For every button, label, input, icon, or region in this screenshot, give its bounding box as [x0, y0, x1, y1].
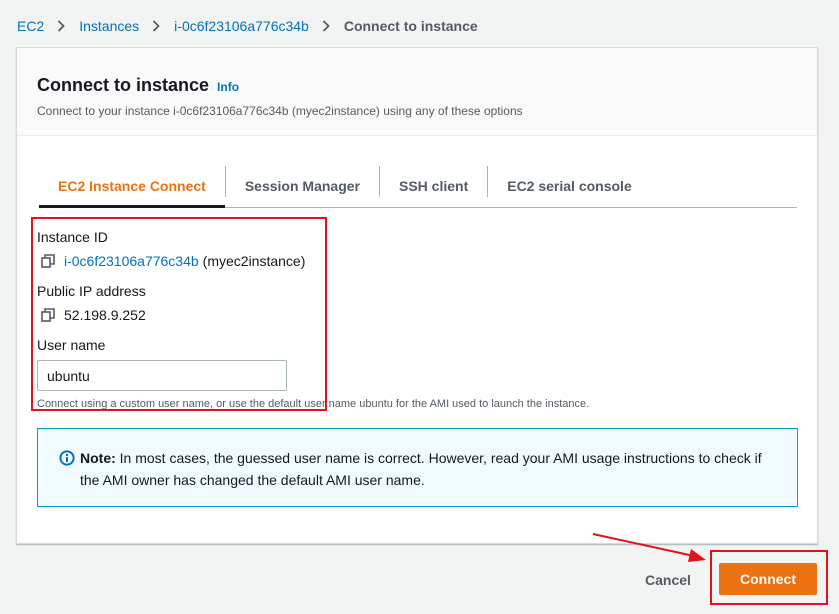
page-title: Connect to instance — [37, 75, 210, 95]
panel-header: Connect to instance Info Connect to your… — [17, 48, 817, 136]
breadcrumb-current: Connect to instance — [343, 18, 478, 34]
alert-note-label: Note: — [80, 450, 116, 466]
breadcrumb-ec2-link[interactable]: EC2 — [17, 18, 44, 34]
chevron-right-icon — [57, 20, 66, 32]
breadcrumb-instances-link[interactable]: Instances — [79, 18, 139, 34]
tab-ec2-instance-connect[interactable]: EC2 Instance Connect — [39, 164, 225, 208]
breadcrumb-instance-id-link[interactable]: i-0c6f23106a776c34b — [174, 18, 309, 34]
annotation-arrow-icon — [592, 533, 706, 562]
chevron-right-icon — [152, 20, 160, 32]
tab-session-manager[interactable]: Session Manager — [226, 164, 379, 207]
info-alert: Note: In most cases, the guessed user na… — [37, 428, 798, 507]
info-circle-icon — [59, 450, 75, 466]
tab-ec2-serial-console[interactable]: EC2 serial console — [488, 164, 651, 207]
annotation-connect-box — [710, 550, 828, 605]
chevron-right-icon — [322, 20, 330, 32]
alert-text: In most cases, the guessed user name is … — [80, 450, 762, 488]
info-link[interactable]: Info — [217, 80, 239, 94]
tab-ssh-client[interactable]: SSH client — [380, 164, 487, 207]
panel-description: Connect to your instance i-0c6f23106a776… — [37, 104, 523, 118]
annotation-highlight-box — [31, 217, 327, 411]
breadcrumb: EC2 Instances i-0c6f23106a776c34b Connec… — [17, 16, 478, 36]
connection-tabs: EC2 Instance Connect Session Manager SSH… — [39, 164, 797, 208]
